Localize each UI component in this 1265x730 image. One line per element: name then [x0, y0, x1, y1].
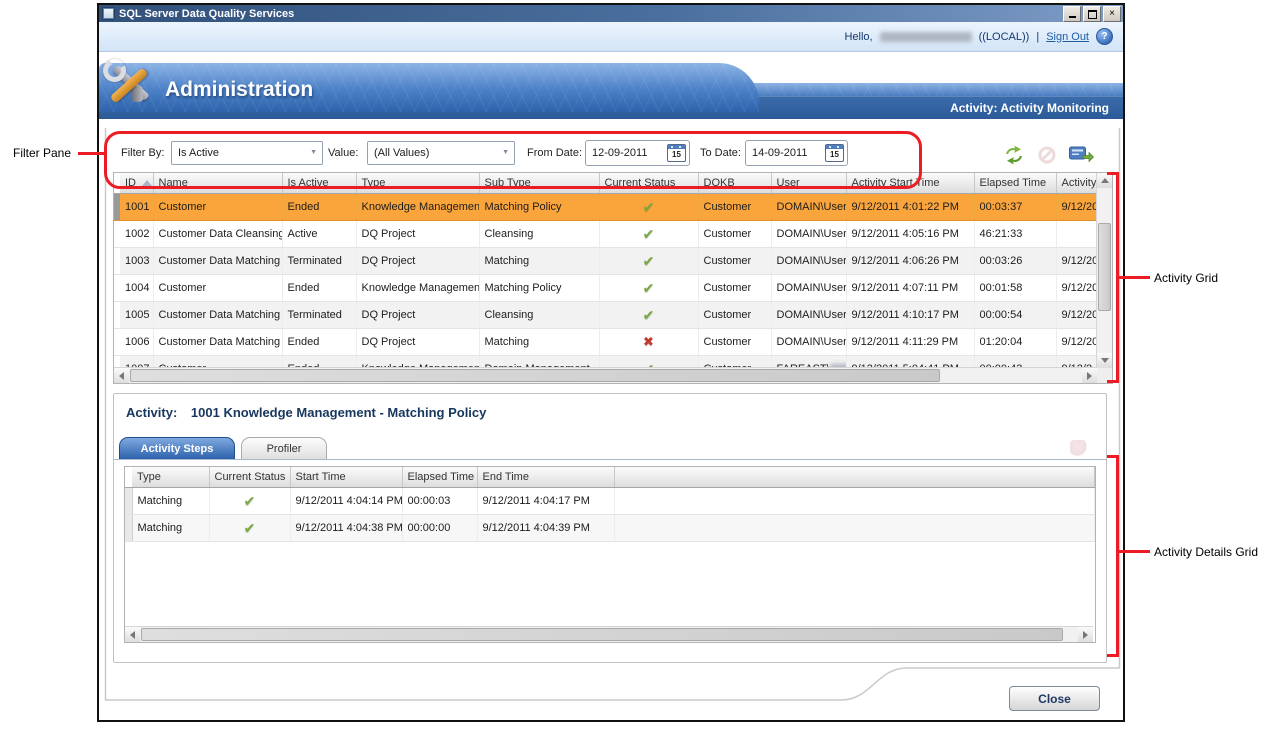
failure-icon: ✖: [643, 334, 654, 349]
column-header-type[interactable]: Type: [132, 467, 209, 488]
restore-icon: [1088, 10, 1097, 19]
table-row[interactable]: 1006Customer Data MatchingEndedDQ Projec…: [114, 329, 1097, 356]
column-header-filler: [614, 467, 1095, 488]
minimize-icon: [1069, 9, 1076, 18]
activity-grid: IDNameIs ActiveTypeSub TypeCurrent Statu…: [113, 172, 1113, 384]
page-title: Administration: [165, 78, 313, 102]
administration-tools-icon: [101, 55, 159, 113]
restore-button[interactable]: [1083, 6, 1101, 22]
banner-band-right: [699, 83, 1123, 96]
terminate-icon-disabled: [1037, 145, 1057, 170]
tab-activity-steps[interactable]: Activity Steps: [119, 437, 235, 459]
sign-out-link[interactable]: Sign Out: [1046, 31, 1089, 43]
success-icon: ✔: [643, 280, 655, 296]
refresh-icon[interactable]: [1002, 145, 1026, 170]
success-icon: ✔: [643, 307, 655, 323]
details-horizontal-scrollbar[interactable]: [125, 626, 1093, 642]
breadcrumb: Activity: Activity Monitoring: [950, 97, 1109, 119]
annotation-activity-details-grid-bracket: [1107, 455, 1119, 657]
scroll-left-icon[interactable]: [130, 631, 135, 639]
annotation-activity-details-grid-label: Activity Details Grid: [1154, 545, 1258, 559]
column-header-elapsed-time[interactable]: Elapsed Time: [974, 173, 1056, 194]
export-icon[interactable]: [1069, 145, 1094, 168]
table-row[interactable]: Matching✔9/12/2011 4:04:14 PM00:00:039/1…: [125, 488, 1095, 515]
help-icon[interactable]: ?: [1096, 28, 1113, 45]
user-bar: Hello, ((LOCAL)) | Sign Out ?: [99, 22, 1123, 52]
annotation-connector: [1118, 550, 1150, 553]
table-row[interactable]: 1001CustomerEndedKnowledge ManagementMat…: [114, 194, 1097, 221]
details-grid-header-row: TypeCurrent StatusStart TimeElapsed Time…: [125, 467, 1095, 488]
details-activity-label: Activity:: [126, 405, 177, 420]
success-icon: ✔: [244, 493, 256, 509]
annotation-filter-pane-label: Filter Pane: [13, 146, 71, 160]
success-icon: ✔: [643, 253, 655, 269]
table-row[interactable]: 1003Customer Data MatchingTerminatedDQ P…: [114, 248, 1097, 275]
horizontal-scroll-thumb[interactable]: [130, 369, 940, 382]
scroll-right-icon[interactable]: [1087, 372, 1092, 380]
app-icon: [102, 7, 115, 20]
application-window: SQL Server Data Quality Services × Hello…: [97, 3, 1125, 722]
activity-grid-body: 1001CustomerEndedKnowledge ManagementMat…: [114, 194, 1097, 369]
success-icon: ✔: [643, 199, 655, 215]
scroll-left-icon[interactable]: [119, 372, 124, 380]
close-window-button[interactable]: ×: [1103, 6, 1121, 22]
annotation-filter-pane-box: [104, 131, 922, 189]
profiler-export-icon-disabled: [1070, 440, 1088, 456]
screenshot-canvas: SQL Server Data Quality Services × Hello…: [0, 0, 1265, 730]
divider-text: |: [1036, 31, 1039, 43]
close-button[interactable]: Close: [1009, 686, 1100, 711]
success-icon: ✔: [643, 226, 655, 242]
column-header-end-time[interactable]: End Time: [477, 467, 614, 488]
window-title: SQL Server Data Quality Services: [119, 8, 294, 20]
activity-details-panel: Activity: 1001 Knowledge Management - Ma…: [113, 393, 1107, 663]
minimize-button[interactable]: [1063, 6, 1081, 22]
row-handle-header: [125, 467, 132, 488]
greeting-text: Hello,: [844, 31, 872, 43]
details-tabs: Activity Steps Profiler: [114, 437, 1106, 460]
annotation-connector: [78, 152, 105, 155]
redacted-username: [880, 32, 972, 42]
annotation-connector: [1118, 276, 1150, 279]
column-header-current-status[interactable]: Current Status: [209, 467, 290, 488]
activity-details-grid: TypeCurrent StatusStart TimeElapsed Time…: [124, 466, 1096, 643]
activity-grid-viewport: IDNameIs ActiveTypeSub TypeCurrent Statu…: [114, 173, 1097, 368]
column-header-elapsed-time[interactable]: Elapsed Time: [402, 467, 477, 488]
title-bar: SQL Server Data Quality Services ×: [99, 5, 1123, 22]
table-row[interactable]: 1002Customer Data CleansingActiveDQ Proj…: [114, 221, 1097, 248]
column-header-activity[interactable]: Activity: [1056, 173, 1097, 194]
column-header-start-time[interactable]: Start Time: [290, 467, 402, 488]
activity-table: IDNameIs ActiveTypeSub TypeCurrent Statu…: [114, 173, 1097, 368]
table-row[interactable]: 1004CustomerEndedKnowledge ManagementMat…: [114, 275, 1097, 302]
success-icon: ✔: [244, 520, 256, 536]
details-table: TypeCurrent StatusStart TimeElapsed Time…: [125, 467, 1095, 542]
details-horizontal-scroll-thumb[interactable]: [141, 628, 1063, 641]
details-activity-title: 1001 Knowledge Management - Matching Pol…: [191, 405, 486, 420]
annotation-activity-grid-label: Activity Grid: [1154, 271, 1218, 285]
details-grid-body: Matching✔9/12/2011 4:04:14 PM00:00:039/1…: [125, 488, 1095, 542]
table-row[interactable]: 1005Customer Data MatchingTerminatedDQ P…: [114, 302, 1097, 329]
close-icon: ×: [1109, 9, 1115, 19]
horizontal-scrollbar[interactable]: [114, 367, 1097, 383]
table-row[interactable]: Matching✔9/12/2011 4:04:38 PM00:00:009/1…: [125, 515, 1095, 542]
scope-text: ((LOCAL)): [979, 31, 1030, 43]
scroll-right-icon[interactable]: [1083, 631, 1088, 639]
tab-profiler[interactable]: Profiler: [241, 437, 327, 459]
